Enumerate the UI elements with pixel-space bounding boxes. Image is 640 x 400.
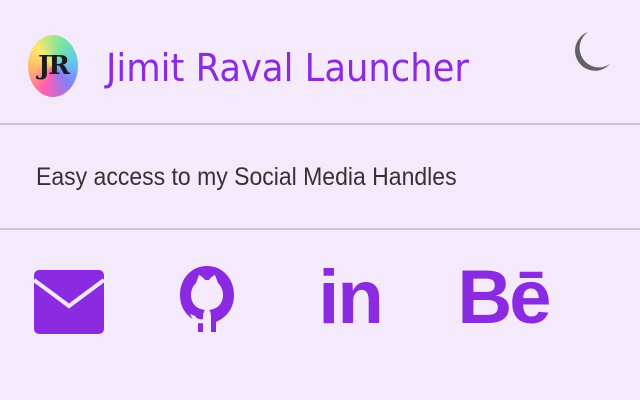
mail-icon [33,270,105,334]
avatar-initials: JR [38,51,70,81]
subtitle: Easy access to my Social Media Handles [36,163,457,191]
github-link[interactable] [174,256,240,340]
behance-link[interactable]: Bē [457,255,551,340]
avatar: JR [28,35,78,97]
behance-icon: Bē [457,255,551,340]
content-divider [0,228,640,230]
launcher-popup: JR Jimit Raval Launcher Easy access to m… [0,0,640,400]
moon-icon [575,32,610,71]
github-icon [180,266,234,332]
header-divider [0,123,640,125]
header: JR Jimit Raval Launcher [0,0,640,124]
email-link[interactable] [33,256,105,340]
linkedin-icon: in [318,255,384,340]
linkedin-link[interactable]: in [316,256,384,340]
page-title: Jimit Raval Launcher [106,46,469,90]
theme-toggle-button[interactable] [566,26,614,78]
